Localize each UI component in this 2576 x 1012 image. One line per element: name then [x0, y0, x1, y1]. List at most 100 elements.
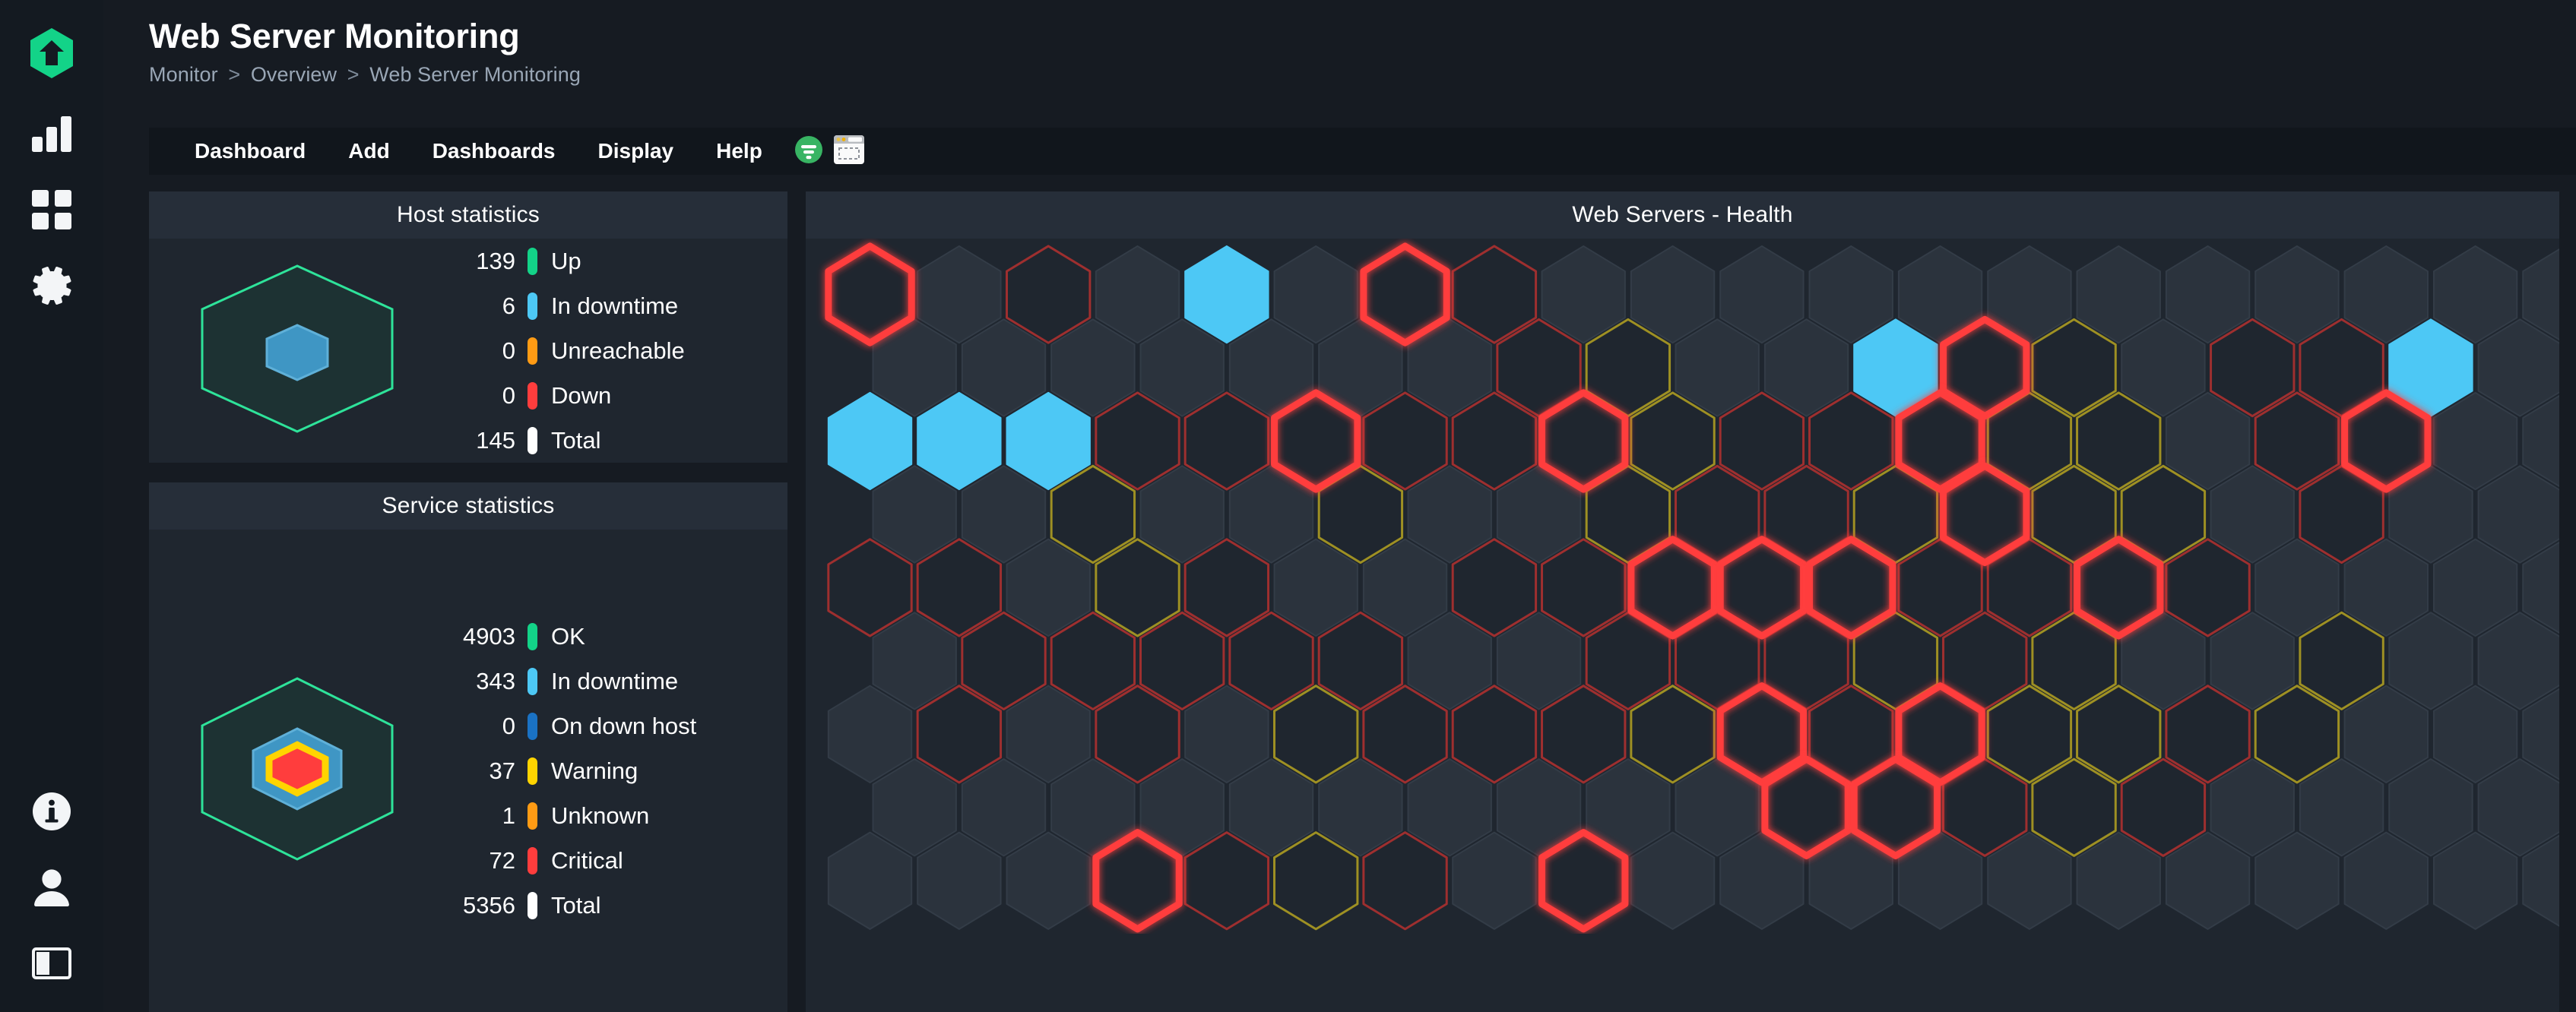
- hexgrid-container: [806, 239, 2559, 1012]
- host-stat-row-up[interactable]: 139 Up: [430, 239, 787, 283]
- hexgrid-svg[interactable]: [806, 239, 2559, 934]
- sidebar-item-dashboards[interactable]: [0, 172, 103, 248]
- service-hexagon-visualization: [172, 674, 423, 868]
- panel-toggle-icon: [32, 947, 71, 979]
- info-circle-icon: [32, 792, 71, 831]
- hexgrid-cell[interactable]: [2074, 536, 2164, 640]
- host-stat-row-in-downtime[interactable]: 6 In downtime: [430, 283, 787, 328]
- service-stat-label: Warning: [551, 757, 638, 784]
- service-stat-color-pill: [528, 622, 537, 650]
- service-stat-value: 4903: [463, 622, 515, 650]
- filter-icon: [794, 135, 823, 168]
- page-title: Web Server Monitoring: [149, 17, 520, 55]
- hexgrid-cell[interactable]: [1360, 242, 1450, 346]
- host-statistics-list: 139 Up 6 In downtime 0 Unreachable 0 Dow…: [423, 239, 787, 463]
- sidebar-item-setup[interactable]: [0, 248, 103, 324]
- service-stat-row-on-down-host[interactable]: 0 On down host: [430, 704, 787, 748]
- dashboard-layout-icon-button[interactable]: [833, 134, 864, 168]
- hexgrid-cell[interactable]: [825, 242, 915, 346]
- menu-bar: Dashboard Add Dashboards Display Help: [149, 128, 2576, 175]
- dashboard-content: Host statistics 139 Up 6 In downtime 0 U…: [103, 175, 2576, 1012]
- service-stat-color-pill: [528, 802, 537, 830]
- hexgrid-cell[interactable]: [1806, 536, 1896, 640]
- breadcrumb-item-overview[interactable]: Overview: [251, 63, 337, 86]
- filter-icon-button[interactable]: [794, 135, 823, 168]
- hexgrid-cell[interactable]: [1271, 389, 1361, 493]
- service-stat-row-critical[interactable]: 72 Critical: [430, 838, 787, 883]
- main-area: Web Server Monitoring Monitor > Overview…: [103, 0, 2576, 1012]
- service-stat-row-ok[interactable]: 4903 OK: [430, 614, 787, 659]
- sidebar-item-user[interactable]: [0, 849, 103, 925]
- hexgrid-title: Web Servers - Health: [806, 191, 2559, 239]
- sidebar-item-logo[interactable]: [0, 11, 103, 96]
- hexgrid-cell[interactable]: [1538, 389, 1629, 493]
- service-stat-row-total[interactable]: 5356 Total: [430, 883, 787, 928]
- service-hexagon-icon: [195, 674, 400, 868]
- service-stat-row-warning[interactable]: 37 Warning: [430, 748, 787, 793]
- hexgrid-cell[interactable]: [1538, 829, 1629, 933]
- web-servers-health-panel: Web Servers - Health: [806, 191, 2559, 1012]
- host-stat-color-pill: [528, 337, 537, 365]
- service-stat-color-pill: [528, 667, 537, 695]
- hexgrid-cell[interactable]: [1850, 755, 1941, 859]
- hexgrid-cell[interactable]: [1940, 462, 2030, 567]
- sidebar-toggle-button[interactable]: [0, 925, 103, 1001]
- service-stat-color-pill: [528, 891, 537, 919]
- host-stat-color-pill: [528, 247, 537, 275]
- service-stat-row-unknown[interactable]: 1 Unknown: [430, 793, 787, 838]
- service-stat-value: 343: [476, 667, 515, 694]
- statistics-column: Host statistics 139 Up 6 In downtime 0 U…: [149, 191, 787, 1012]
- breadcrumb-separator: >: [347, 62, 360, 86]
- service-stat-value: 72: [489, 846, 515, 874]
- menu-item-help[interactable]: Help: [695, 139, 784, 163]
- service-stat-value: 1: [502, 802, 515, 829]
- user-icon: [33, 868, 71, 907]
- menu-item-add[interactable]: Add: [327, 139, 410, 163]
- host-stat-label: Unreachable: [551, 337, 685, 364]
- host-stat-label: Total: [551, 426, 601, 454]
- hexgrid-cell[interactable]: [1761, 755, 1852, 859]
- service-statistics-title: Service statistics: [149, 482, 787, 530]
- host-stat-color-pill: [528, 292, 537, 320]
- hexgrid-cell[interactable]: [1716, 536, 1808, 640]
- host-hexagon-visualization: [172, 261, 423, 440]
- breadcrumb-item-current: Web Server Monitoring: [369, 62, 581, 86]
- gear-icon: [30, 264, 73, 307]
- host-hexagon-icon: [195, 261, 400, 440]
- breadcrumb-item-monitor[interactable]: Monitor: [149, 63, 218, 86]
- host-stat-value: 6: [502, 292, 515, 319]
- hexgrid-cell[interactable]: [2341, 389, 2432, 493]
- page-header: Web Server Monitoring Monitor > Overview…: [103, 0, 2576, 122]
- left-navigation-rail: [0, 0, 103, 1012]
- service-stat-value: 5356: [463, 891, 515, 919]
- sidebar-item-help[interactable]: [0, 773, 103, 849]
- menu-item-display[interactable]: Display: [577, 139, 695, 163]
- hexgrid-cell[interactable]: [1627, 536, 1718, 640]
- host-stat-label: Down: [551, 381, 612, 409]
- host-stat-value: 0: [502, 381, 515, 409]
- host-stat-value: 145: [476, 426, 515, 454]
- host-stat-row-total[interactable]: 145 Total: [430, 418, 787, 463]
- service-stat-label: OK: [551, 622, 585, 650]
- hexagon-up-arrow-logo-icon: [28, 27, 75, 79]
- dashboard-layout-icon: [833, 134, 864, 168]
- hexgrid-column: Web Servers - Health: [806, 191, 2576, 1012]
- sidebar-item-monitoring[interactable]: [0, 96, 103, 172]
- service-statistics-panel: Service statistics 4903 OK 343 In downti…: [149, 482, 787, 1012]
- bar-chart-icon: [30, 114, 73, 153]
- service-stat-color-pill: [528, 846, 537, 874]
- service-stat-label: Critical: [551, 846, 623, 874]
- host-stat-row-unreachable[interactable]: 0 Unreachable: [430, 328, 787, 373]
- host-stat-color-pill: [528, 426, 537, 454]
- service-stat-row-in-downtime[interactable]: 343 In downtime: [430, 659, 787, 704]
- breadcrumb: Monitor > Overview > Web Server Monitori…: [149, 63, 2576, 87]
- service-stat-color-pill: [528, 712, 537, 740]
- hexgrid-cell[interactable]: [1092, 829, 1183, 933]
- host-stat-label: Up: [551, 247, 581, 274]
- menu-item-dashboard[interactable]: Dashboard: [173, 139, 327, 163]
- menu-item-dashboards[interactable]: Dashboards: [411, 139, 577, 163]
- service-stat-color-pill: [528, 757, 537, 785]
- host-statistics-panel: Host statistics 139 Up 6 In downtime 0 U…: [149, 191, 787, 463]
- host-stat-row-down[interactable]: 0 Down: [430, 373, 787, 418]
- service-stat-value: 37: [489, 757, 515, 784]
